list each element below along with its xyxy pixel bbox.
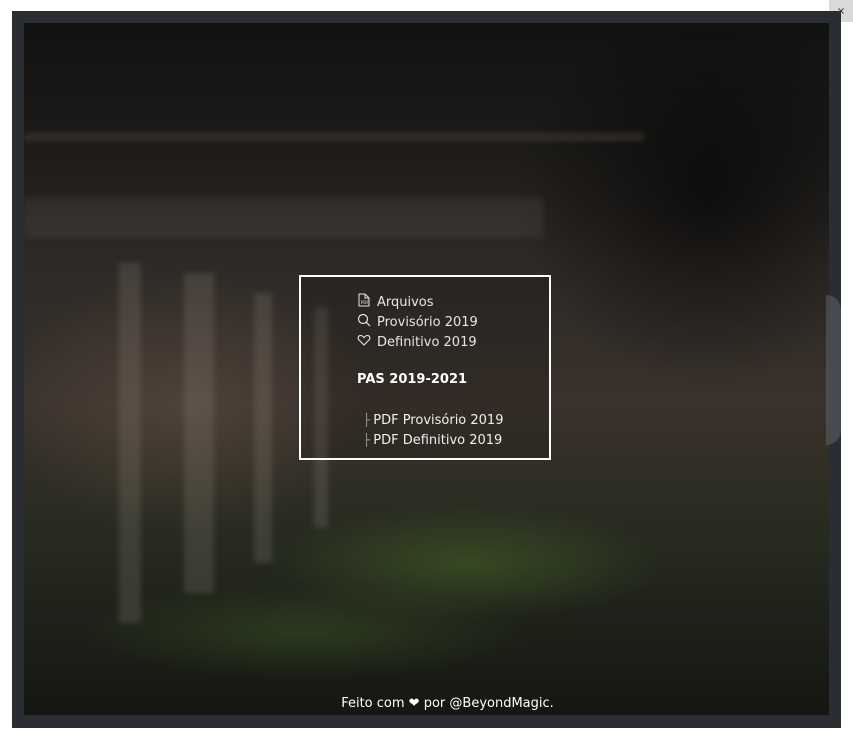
menu-item-label: Provisório 2019: [377, 314, 478, 330]
sub-item-pdf-definitivo[interactable]: ├ PDF Definitivo 2019: [363, 430, 502, 450]
heart-icon: [357, 333, 377, 351]
pdf-file-icon: PDF: [357, 293, 377, 311]
author-link[interactable]: @BeyondMagic: [449, 696, 549, 711]
footer-credit: Feito com ❤ por @BeyondMagic.: [0, 696, 853, 711]
menu-item-label: Arquivos: [377, 294, 434, 310]
footer-middle: por: [423, 696, 446, 711]
sub-item-pdf-provisorio[interactable]: ├ PDF Provisório 2019: [363, 410, 503, 430]
menu-item-arquivos[interactable]: PDF Arquivos: [357, 292, 434, 312]
sub-item-label: PDF Definitivo 2019: [373, 432, 503, 448]
section-title: PAS 2019-2021: [357, 372, 468, 387]
footer-prefix: Feito com: [341, 696, 405, 711]
menu-item-label: Definitivo 2019: [377, 334, 477, 350]
footer-suffix: .: [549, 696, 554, 711]
menu-item-provisorio[interactable]: Provisório 2019: [357, 312, 478, 332]
scroll-edge-hint: [826, 295, 841, 445]
search-icon: [357, 313, 377, 331]
svg-text:PDF: PDF: [361, 300, 369, 305]
sub-item-label: PDF Provisório 2019: [373, 412, 504, 428]
tree-branch-icon: ├: [363, 433, 371, 447]
heart-icon: ❤: [408, 696, 420, 711]
navigation-menu: PDF Arquivos Provisório 2019 Definitivo …: [299, 275, 551, 460]
menu-item-definitivo[interactable]: Definitivo 2019: [357, 332, 477, 352]
tree-branch-icon: ├: [363, 413, 371, 427]
